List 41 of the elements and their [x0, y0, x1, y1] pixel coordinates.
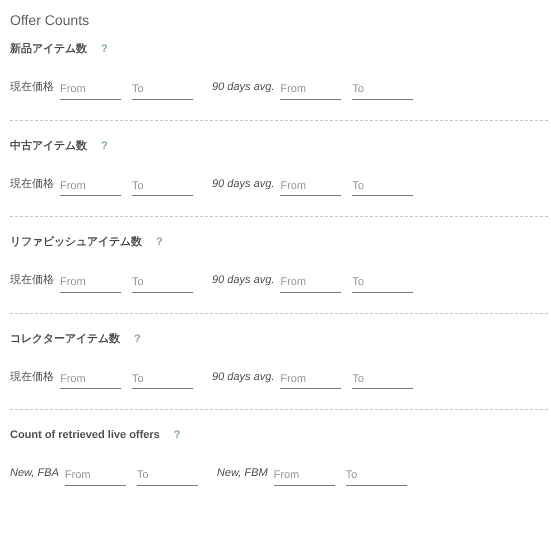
section-title: Offer Counts — [10, 11, 90, 29]
number-field[interactable]: From — [280, 268, 342, 292]
number-field[interactable]: To — [132, 365, 193, 389]
field-label: 90 days avg. — [212, 370, 274, 385]
number-field[interactable]: From — [274, 462, 335, 486]
number-field[interactable]: To — [346, 462, 407, 486]
number-field[interactable]: To — [352, 365, 414, 389]
number-field[interactable]: From — [60, 268, 121, 292]
field-label: 現在価格 — [10, 80, 54, 96]
number-field[interactable]: To — [352, 268, 414, 292]
help-icon[interactable]: ? — [134, 330, 141, 347]
filter-heading: Count of retrieved live offers — [10, 428, 160, 443]
field-label: New, FBA — [10, 466, 59, 482]
field-label: 現在価格 — [10, 176, 54, 192]
filter-heading: 中古アイテム数 — [10, 138, 87, 154]
field-label: New, FBM — [216, 466, 268, 482]
field-label: 90 days avg. — [212, 273, 274, 288]
number-field[interactable]: From — [60, 76, 121, 100]
number-field[interactable]: From — [280, 76, 342, 100]
help-icon[interactable]: ? — [101, 138, 108, 154]
filter-heading: コレクターアイテム数 — [10, 332, 120, 346]
number-field[interactable]: To — [132, 76, 193, 100]
number-field[interactable]: To — [352, 76, 414, 100]
number-field[interactable]: From — [60, 172, 121, 196]
number-field[interactable]: To — [352, 172, 414, 196]
number-field[interactable]: From — [280, 365, 342, 389]
field-label: 現在価格 — [10, 370, 54, 385]
help-icon[interactable]: ? — [101, 41, 108, 58]
help-icon[interactable]: ? — [174, 427, 180, 444]
number-field[interactable]: To — [136, 462, 198, 486]
number-field[interactable]: To — [132, 268, 193, 292]
number-field[interactable]: To — [132, 172, 193, 196]
number-field[interactable]: From — [280, 172, 342, 196]
help-icon[interactable]: ? — [156, 234, 163, 250]
field-label: 90 days avg. — [212, 176, 274, 192]
field-label: 現在価格 — [10, 273, 54, 288]
number-field[interactable]: From — [60, 365, 121, 389]
field-label: 90 days avg. — [212, 80, 274, 96]
number-field[interactable]: From — [64, 462, 126, 486]
filter-heading: リファビッシュアイテム数 — [10, 235, 142, 250]
filter-heading: 新品アイテム数 — [10, 42, 87, 57]
